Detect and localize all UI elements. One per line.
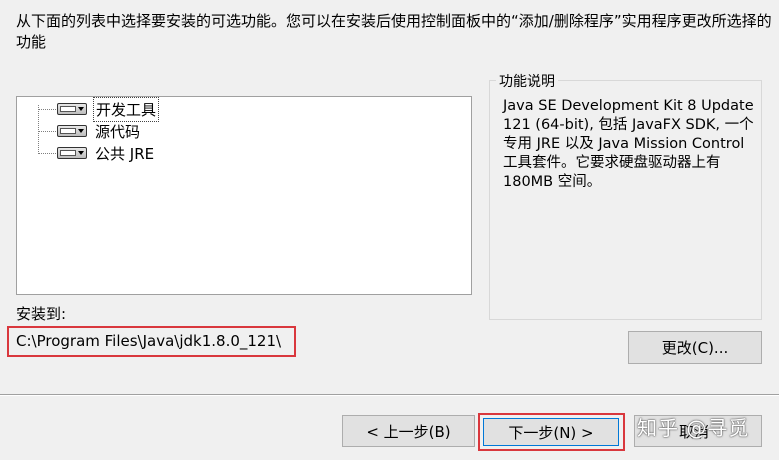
feature-label: 公共 JRE (95, 144, 155, 163)
feature-description-title: 功能说明 (496, 71, 558, 91)
change-button[interactable]: 更改(C)... (628, 331, 762, 364)
back-button[interactable]: < 上一步(B) (342, 415, 475, 447)
feature-drive-dropdown-icon[interactable] (57, 125, 87, 137)
instructions-text: 从下面的列表中选择要安装的可选功能。您可以在安装后使用控制面板中的“添加/删除程… (16, 12, 772, 51)
install-path: C:\Program Files\Java\jdk1.8.0_121\ (16, 332, 282, 350)
feature-description-text: Java SE Development Kit 8 Update 121 (64… (503, 98, 754, 190)
next-button[interactable]: 下一步(N) > (483, 418, 619, 446)
chevron-down-icon (78, 151, 84, 155)
feature-item-public-jre[interactable]: 公共 JRE (38, 142, 298, 164)
chevron-down-icon (78, 107, 84, 111)
feature-item-dev-tools[interactable]: 开发工具 (38, 96, 298, 122)
feature-drive-dropdown-icon[interactable] (57, 103, 87, 115)
footer-separator (0, 394, 779, 396)
feature-item-source-code[interactable]: 源代码 (38, 120, 298, 142)
watermark: 知乎 @寻觅 (637, 416, 750, 440)
feature-tree[interactable]: 开发工具 源代码 公共 JRE (16, 96, 472, 295)
feature-label: 开发工具 (93, 96, 160, 122)
feature-drive-dropdown-icon[interactable] (57, 147, 87, 159)
chevron-down-icon (78, 129, 84, 133)
feature-label: 源代码 (95, 122, 141, 141)
install-to-label: 安装到: (16, 305, 67, 323)
